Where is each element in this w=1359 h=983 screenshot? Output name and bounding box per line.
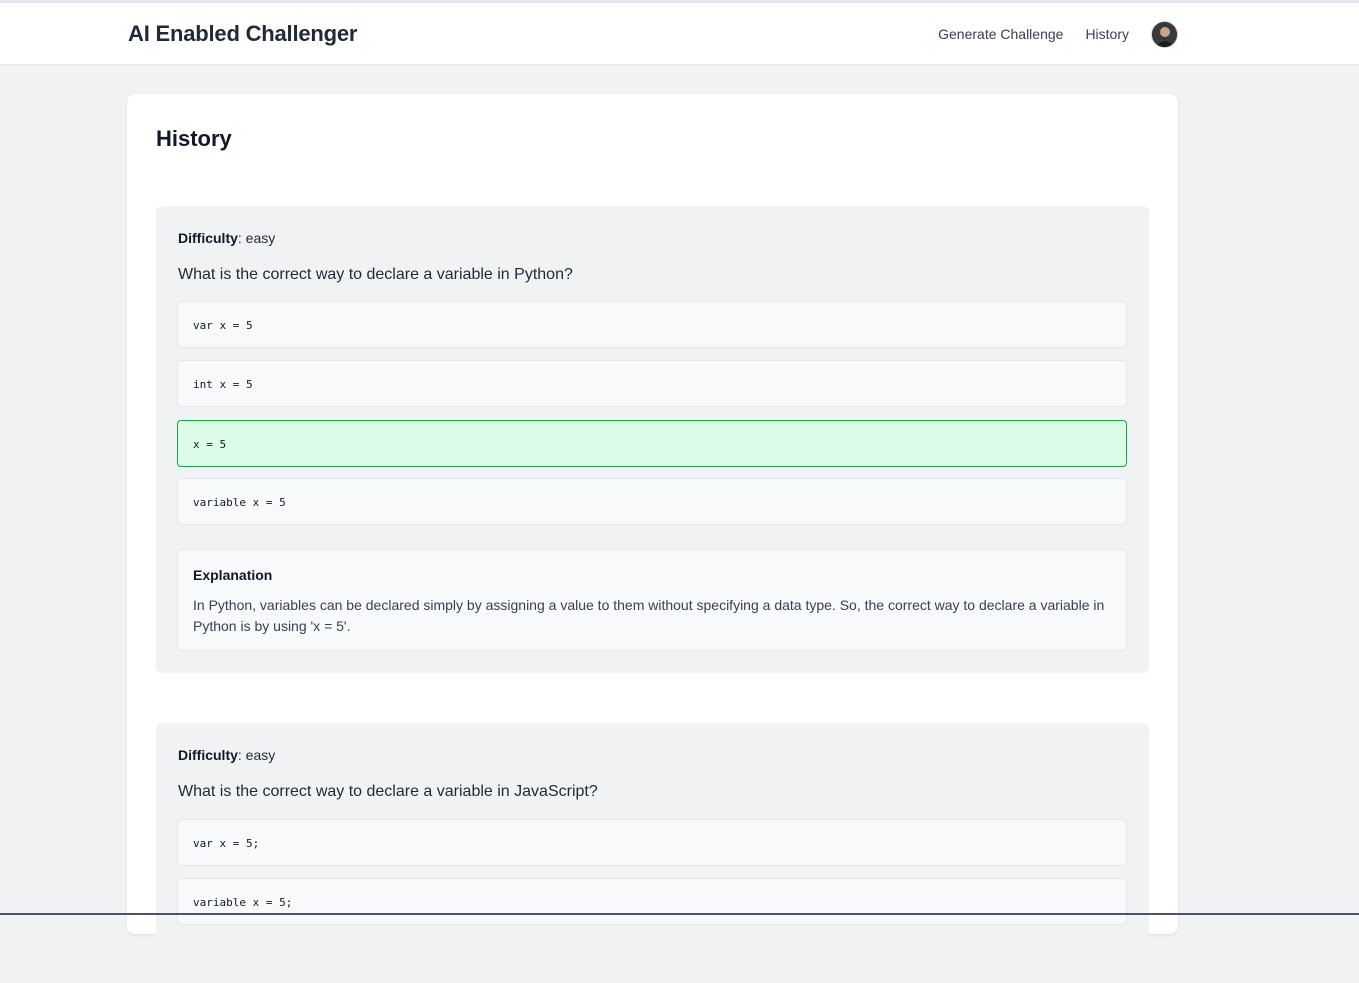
navbar: AI Enabled Challenger Generate Challenge… [0,3,1359,65]
challenge-item: Difficulty: easy What is the correct way… [156,206,1149,673]
option[interactable]: var x = 5; [177,819,1127,866]
nav-history[interactable]: History [1085,17,1129,51]
explanation-box: Explanation In Python, variables can be … [177,549,1127,651]
question-text: What is the correct way to declare a var… [178,266,573,283]
nav-links: Generate Challenge History [916,17,1178,51]
option[interactable]: int x = 5 [177,360,1127,407]
difficulty-label: Difficulty [178,230,238,246]
option[interactable]: variable x = 5 [177,478,1127,525]
question-text: What is the correct way to declare a var… [178,783,598,800]
option[interactable]: var x = 5 [177,301,1127,348]
explanation-title: Explanation [193,567,273,583]
difficulty-value: : easy [237,747,276,763]
option[interactable]: variable x = 5; [177,878,1127,925]
option-text: x = 5 [193,438,227,451]
page-title: History [156,126,232,151]
option-text: variable x = 5; [193,896,293,909]
challenge-item: Difficulty: easy What is the correct way… [156,723,1149,983]
explanation-text: In Python, variables can be declared sim… [193,597,1105,634]
history-card: History Difficulty: easy What is the cor… [127,94,1178,983]
difficulty: Difficulty: easy [178,747,275,763]
option-text: var x = 5; [193,837,260,850]
option-text: int x = 5 [193,378,253,391]
nav-generate-challenge[interactable]: Generate Challenge [938,17,1063,51]
user-avatar-icon [1152,21,1177,47]
option-text: variable x = 5 [193,496,286,509]
difficulty-value: : easy [237,230,276,246]
app-title[interactable]: AI Enabled Challenger [128,21,357,47]
option-text: var x = 5 [193,319,253,332]
user-avatar[interactable] [1151,20,1178,48]
difficulty-label: Difficulty [178,747,238,763]
difficulty: Difficulty: easy [178,230,275,246]
option-correct[interactable]: x = 5 [177,420,1127,467]
